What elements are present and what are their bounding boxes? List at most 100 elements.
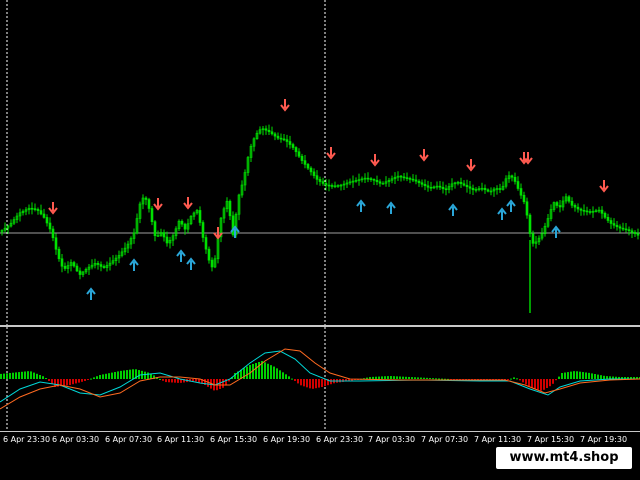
candle-body [48,222,52,230]
candle-body [576,206,580,210]
chart-window[interactable]: 6 Apr 23:30 6 Apr 03:30 6 Apr 07:30 6 Apr 1… [0,0,640,480]
candle-body [531,233,535,244]
candle-body [78,270,82,275]
macd-histogram-bar [195,379,197,382]
sell-arrow-icon [183,197,193,210]
macd-histogram-bar [303,379,305,387]
macd-histogram-bar [564,372,566,379]
macd-histogram-bar [510,378,512,380]
candle-body [426,185,430,188]
macd-histogram-bar [378,376,380,379]
macd-indicator-pane[interactable] [0,327,640,431]
price-chart[interactable] [0,0,640,325]
macd-histogram-bar [432,378,434,380]
macd-histogram-bar [549,379,551,387]
candle-body [291,144,295,148]
macd-histogram-bar [75,379,77,384]
sell-arrow-icon [370,154,380,167]
macd-histogram-bar [285,374,287,379]
macd-histogram-bar [561,373,563,379]
candle-body [99,264,103,267]
candle-body [201,222,205,238]
time-tick-label: 6 Apr 11:30 [157,435,205,444]
buy-arrow-icon [497,207,507,220]
candle-body [57,248,61,260]
macd-histogram-bar [105,373,107,379]
macd-histogram-bar [552,379,554,384]
buy-arrow-icon [506,199,516,212]
candle-body [183,223,187,230]
macd-histogram-bar [585,372,587,379]
candle-body [513,176,517,182]
macd-histogram-bar [24,371,26,379]
macd-histogram-bar [3,373,5,379]
candle-body [369,178,373,180]
candle-body [165,236,169,244]
candle-body [51,228,55,239]
candle-body [366,177,370,180]
macd-histogram-bar [102,374,104,379]
macd-histogram-bar [525,379,527,385]
macd-histogram-bar [297,379,299,384]
candle-body [468,186,472,189]
macd-histogram-bar [324,379,326,387]
candle-body [204,237,208,250]
candle-body [579,208,583,211]
candle-body [147,199,151,209]
macd-histogram-bar [93,377,95,379]
macd-histogram-bar [438,378,440,380]
macd-histogram-bar [576,371,578,379]
time-tick-label: 7 Apr 15:30 [527,435,575,444]
macd-histogram-bar [12,372,14,379]
candle-body [585,210,589,213]
candle-body [558,205,562,208]
macd-histogram-bar [507,379,509,380]
candle-body [621,227,625,230]
candle-body [36,209,40,211]
candle-body [312,171,316,176]
buy-arrow-icon [176,249,186,262]
time-tick-label: 7 Apr 07:30 [421,435,469,444]
macd-histogram-bar [582,372,584,379]
candle-body [315,175,319,180]
macd-histogram-bar [258,362,260,379]
candle-body [153,221,157,236]
macd-histogram-bar [159,379,161,380]
macd-histogram-bar [108,373,110,379]
macd-histogram-bar [531,379,533,388]
price-chart-pane[interactable] [0,0,640,325]
macd-histogram-bar [246,366,248,379]
time-tick-label: 6 Apr 03:30 [52,435,100,444]
candle-body [486,189,490,192]
candle-body [309,167,313,173]
candle-body [618,226,622,229]
candle-body [438,185,442,188]
macd-histogram-bar [399,376,401,379]
watermark-badge: www.mt4.shop [496,447,632,469]
macd-histogram-bar [84,379,86,381]
macd-histogram-bar [165,379,167,383]
candle-body [606,217,610,221]
candle-body [54,237,58,250]
candle-body [525,201,529,216]
candle-body [399,175,403,178]
macd-histogram-bar [27,371,29,379]
candle-body [285,139,289,142]
macd-histogram-bar [600,375,602,379]
buy-arrow-icon [356,199,366,212]
candle-body [567,196,571,202]
watermark-text: www.mt4.shop [509,450,619,465]
macd-chart[interactable] [0,327,640,431]
macd-histogram-bar [63,379,65,386]
macd-histogram-bar [279,370,281,379]
macd-histogram-bar [30,371,32,379]
candle-body [441,186,445,190]
candle-body [588,211,592,213]
sell-arrow-icon [153,198,163,211]
candle-body [45,217,49,224]
macd-histogram-bar [546,379,548,388]
time-tick-label: 6 Apr 23:30 [3,435,51,444]
macd-histogram-bar [219,379,221,389]
macd-histogram-bar [426,377,428,379]
candle-body [162,232,166,238]
